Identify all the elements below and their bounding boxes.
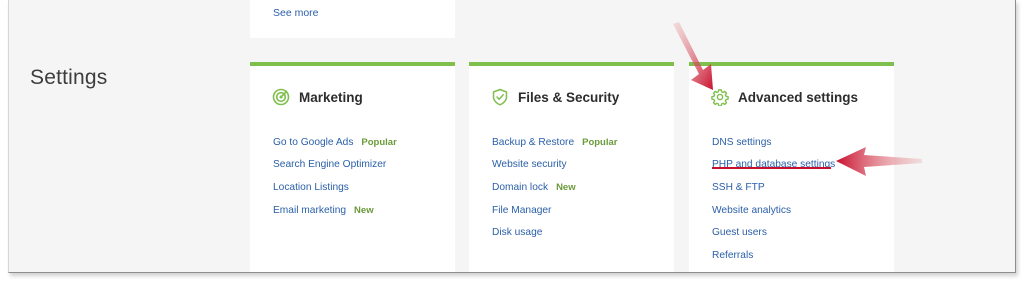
go-to-google-ads-link[interactable]: Go to Google Ads xyxy=(273,137,353,148)
website-analytics-link[interactable]: Website analytics xyxy=(712,205,791,216)
list-item: Disk usage xyxy=(492,221,617,244)
advanced-settings-link-list: DNS settings PHP and database settings S… xyxy=(712,131,835,267)
status-badge: New xyxy=(556,181,576,193)
status-badge: Popular xyxy=(361,136,397,148)
list-item: Email marketing New xyxy=(273,199,397,222)
list-item: File Manager xyxy=(492,199,617,222)
files-security-card-header: Files & Security xyxy=(491,88,619,106)
search-engine-optimizer-link[interactable]: Search Engine Optimizer xyxy=(273,159,386,170)
list-item: Go to Google Ads Popular xyxy=(273,131,397,154)
advanced-settings-card-header: Advanced settings xyxy=(711,88,859,107)
list-item: Referrals xyxy=(712,244,835,267)
annotation-arrow-down-icon xyxy=(673,22,713,90)
list-item: Search Engine Optimizer xyxy=(273,154,397,177)
list-item: Backup & Restore Popular xyxy=(492,131,617,154)
marketing-card-title: Marketing xyxy=(299,89,363,105)
website-security-link[interactable]: Website security xyxy=(492,159,567,170)
list-item: Domain lock New xyxy=(492,176,617,199)
files-security-card: Files & Security Backup & Restore Popular… xyxy=(469,62,674,272)
page-title: Settings xyxy=(30,66,108,89)
email-marketing-link[interactable]: Email marketing xyxy=(273,205,346,216)
target-icon xyxy=(272,88,290,106)
annotation-arrow-left-icon xyxy=(836,147,922,176)
list-item: Guest users xyxy=(712,221,835,244)
list-item: Location Listings xyxy=(273,176,397,199)
list-item: SSH & FTP xyxy=(712,176,835,199)
marketing-card: Marketing Go to Google Ads Popular Search… xyxy=(250,62,455,272)
list-item: Website security xyxy=(492,154,617,177)
file-manager-link[interactable]: File Manager xyxy=(492,205,551,216)
status-badge: Popular xyxy=(582,136,618,148)
list-item: Website analytics xyxy=(712,199,835,222)
see-more-link[interactable]: See more xyxy=(273,7,319,19)
dns-settings-link[interactable]: DNS settings xyxy=(712,137,771,148)
advanced-settings-card-title: Advanced settings xyxy=(738,89,859,105)
settings-panel: Settings See more Marketing Go to Google… xyxy=(8,0,1016,273)
files-security-link-list: Backup & Restore Popular Website security… xyxy=(492,131,617,244)
ssh-ftp-link[interactable]: SSH & FTP xyxy=(712,182,765,193)
list-item: DNS settings xyxy=(712,131,835,154)
referrals-link[interactable]: Referrals xyxy=(712,250,753,261)
guest-users-link[interactable]: Guest users xyxy=(712,227,767,238)
files-security-card-title: Files & Security xyxy=(518,89,620,105)
shield-check-icon xyxy=(491,88,509,106)
marketing-card-header: Marketing xyxy=(272,88,363,106)
previous-card: See more xyxy=(250,0,455,38)
domain-lock-link[interactable]: Domain lock xyxy=(492,182,548,193)
location-listings-link[interactable]: Location Listings xyxy=(273,182,349,193)
list-item: PHP and database settings xyxy=(712,154,835,177)
annotation-underline xyxy=(712,167,831,169)
disk-usage-link[interactable]: Disk usage xyxy=(492,227,542,238)
status-badge: New xyxy=(354,204,374,216)
backup-restore-link[interactable]: Backup & Restore xyxy=(492,137,574,148)
marketing-link-list: Go to Google Ads Popular Search Engine Op… xyxy=(273,131,397,221)
